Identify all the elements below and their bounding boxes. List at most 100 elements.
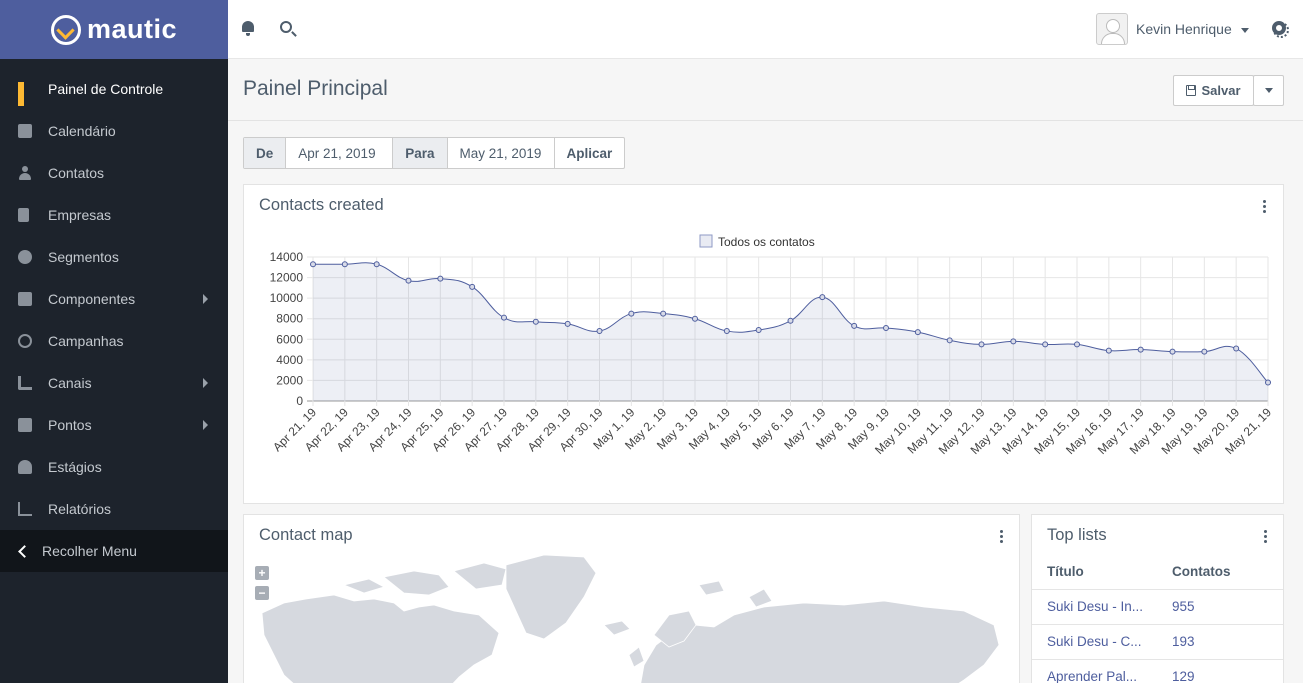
save-button[interactable]: Salvar xyxy=(1173,75,1254,106)
calculator-icon xyxy=(18,418,32,432)
sidebar-item-pontos[interactable]: Pontos xyxy=(0,404,228,446)
date-to-input[interactable]: May 21, 2019 xyxy=(448,138,555,168)
collapse-menu-button[interactable]: Recolher Menu xyxy=(0,530,228,572)
table-row: Suki Desu - In... 955 xyxy=(1032,589,1283,625)
column-header-title[interactable]: Título xyxy=(1032,555,1157,590)
data-point xyxy=(1201,348,1208,355)
data-point xyxy=(1265,379,1271,386)
user-icon xyxy=(18,166,32,180)
contacts-created-widget: Contacts created 0 2000 4000 6000 8000 10000 1… xyxy=(243,184,1284,504)
data-point xyxy=(1233,345,1240,352)
widget-menu-icon[interactable] xyxy=(1264,530,1268,544)
brand-logo[interactable]: mautic xyxy=(0,0,228,59)
data-point xyxy=(787,317,794,324)
data-point xyxy=(851,322,858,329)
data-point xyxy=(914,329,921,336)
data-point xyxy=(723,328,730,335)
date-from-input[interactable]: Apr 21, 2019 xyxy=(286,138,394,168)
data-point xyxy=(1137,346,1144,353)
data-point xyxy=(373,261,380,268)
topbar: Kevin Henrique xyxy=(228,0,1303,59)
chevron-left-icon xyxy=(18,544,26,558)
brand-name: mautic xyxy=(86,14,178,44)
sidebar-item-estagios[interactable]: Estágios xyxy=(0,446,228,488)
y-tick-label: 10000 xyxy=(270,291,304,305)
data-point xyxy=(1010,338,1017,345)
data-point xyxy=(310,261,316,268)
bell-icon[interactable] xyxy=(240,20,256,36)
world-map[interactable] xyxy=(244,515,1019,683)
top-lists-widget: Top lists Título Contatos Suki Desu - In… xyxy=(1031,514,1284,683)
data-point xyxy=(628,310,635,317)
page-title: Painel Principal xyxy=(243,77,388,100)
list-count: 129 xyxy=(1157,659,1283,683)
legend-swatch xyxy=(699,234,713,248)
sidebar-item-label: Estágios xyxy=(48,459,102,475)
data-point xyxy=(1169,348,1176,355)
sidebar-item-empresas[interactable]: Empresas xyxy=(0,194,228,236)
data-point xyxy=(1105,347,1112,354)
sidebar-item-label: Segmentos xyxy=(48,249,119,265)
caret-down-icon xyxy=(1264,88,1273,93)
data-point xyxy=(692,315,698,322)
save-dropdown-button[interactable] xyxy=(1253,75,1284,106)
data-point xyxy=(978,341,985,348)
legend-label: Todos os contatos xyxy=(718,235,815,249)
sidebar-item-label: Canais xyxy=(48,375,92,391)
y-tick-label: 6000 xyxy=(276,332,303,346)
list-title-link[interactable]: Suki Desu - In... xyxy=(1032,589,1157,625)
data-point xyxy=(469,283,476,290)
sidebar-item-componentes[interactable]: Componentes xyxy=(0,278,228,320)
data-point xyxy=(596,328,603,335)
widget-title: Top lists xyxy=(1047,526,1107,544)
mautic-logo-icon xyxy=(50,14,81,45)
data-point xyxy=(341,261,348,268)
sidebar-item-label: Campanhas xyxy=(48,333,124,349)
list-title-link[interactable]: Suki Desu - C... xyxy=(1032,624,1157,660)
apply-button[interactable]: Aplicar xyxy=(555,138,625,168)
sidebar-item-painel-de-controle[interactable]: Painel de Controle xyxy=(0,68,228,110)
sidebar-item-contatos[interactable]: Contatos xyxy=(0,152,228,194)
date-range-filter: De Apr 21, 2019 Para May 21, 2019 Aplica… xyxy=(243,137,626,169)
caret-right-icon xyxy=(203,294,208,304)
data-point xyxy=(532,318,539,325)
data-point xyxy=(755,327,762,334)
sidebar-item-segmentos[interactable]: Segmentos xyxy=(0,236,228,278)
y-tick-label: 4000 xyxy=(276,353,303,367)
contact-map-widget: Contact map + − xyxy=(243,514,1020,683)
top-lists-table: Título Contatos Suki Desu - In... 955 Su… xyxy=(1032,555,1283,683)
clock-icon xyxy=(18,334,32,348)
y-tick-label: 0 xyxy=(296,394,303,408)
data-point xyxy=(564,320,571,327)
user-name[interactable]: Kevin Henrique xyxy=(1136,21,1232,37)
data-point xyxy=(883,324,889,331)
table-row: Suki Desu - C... 193 xyxy=(1032,624,1283,660)
caret-down-icon[interactable] xyxy=(1241,28,1249,33)
list-title-link[interactable]: Aprender Pal... xyxy=(1032,659,1157,683)
sidebar-item-campanhas[interactable]: Campanhas xyxy=(0,320,228,362)
page-header: Painel Principal Salvar xyxy=(228,60,1303,121)
caret-right-icon xyxy=(203,378,208,388)
contacts-chart: 02000400060008000100001200014000Apr 21, … xyxy=(270,234,1274,457)
data-point xyxy=(501,314,507,321)
sidebar-item-label: Pontos xyxy=(48,417,92,433)
save-label: Salvar xyxy=(1201,83,1241,98)
search-icon[interactable] xyxy=(280,21,292,33)
list-count: 955 xyxy=(1157,589,1283,625)
data-point xyxy=(660,310,667,317)
sidebar-item-canais[interactable]: Canais xyxy=(0,362,228,404)
column-header-count[interactable]: Contatos xyxy=(1157,555,1283,590)
sidebar-item-label: Empresas xyxy=(48,207,112,223)
sidebar-item-relatorios[interactable]: Relatórios xyxy=(0,488,228,530)
data-point xyxy=(1074,341,1080,348)
y-tick-label: 8000 xyxy=(276,312,303,326)
gear-icon[interactable] xyxy=(1272,21,1289,38)
avatar[interactable] xyxy=(1096,13,1128,45)
sidebar-item-calendario[interactable]: Calendário xyxy=(0,110,228,152)
data-point xyxy=(437,275,444,282)
data-point xyxy=(946,337,953,344)
y-tick-label: 12000 xyxy=(270,271,304,285)
sidebar-item-label: Relatórios xyxy=(48,501,112,517)
sidebar-item-label: Contatos xyxy=(48,165,105,181)
y-tick-label: 14000 xyxy=(270,250,304,264)
